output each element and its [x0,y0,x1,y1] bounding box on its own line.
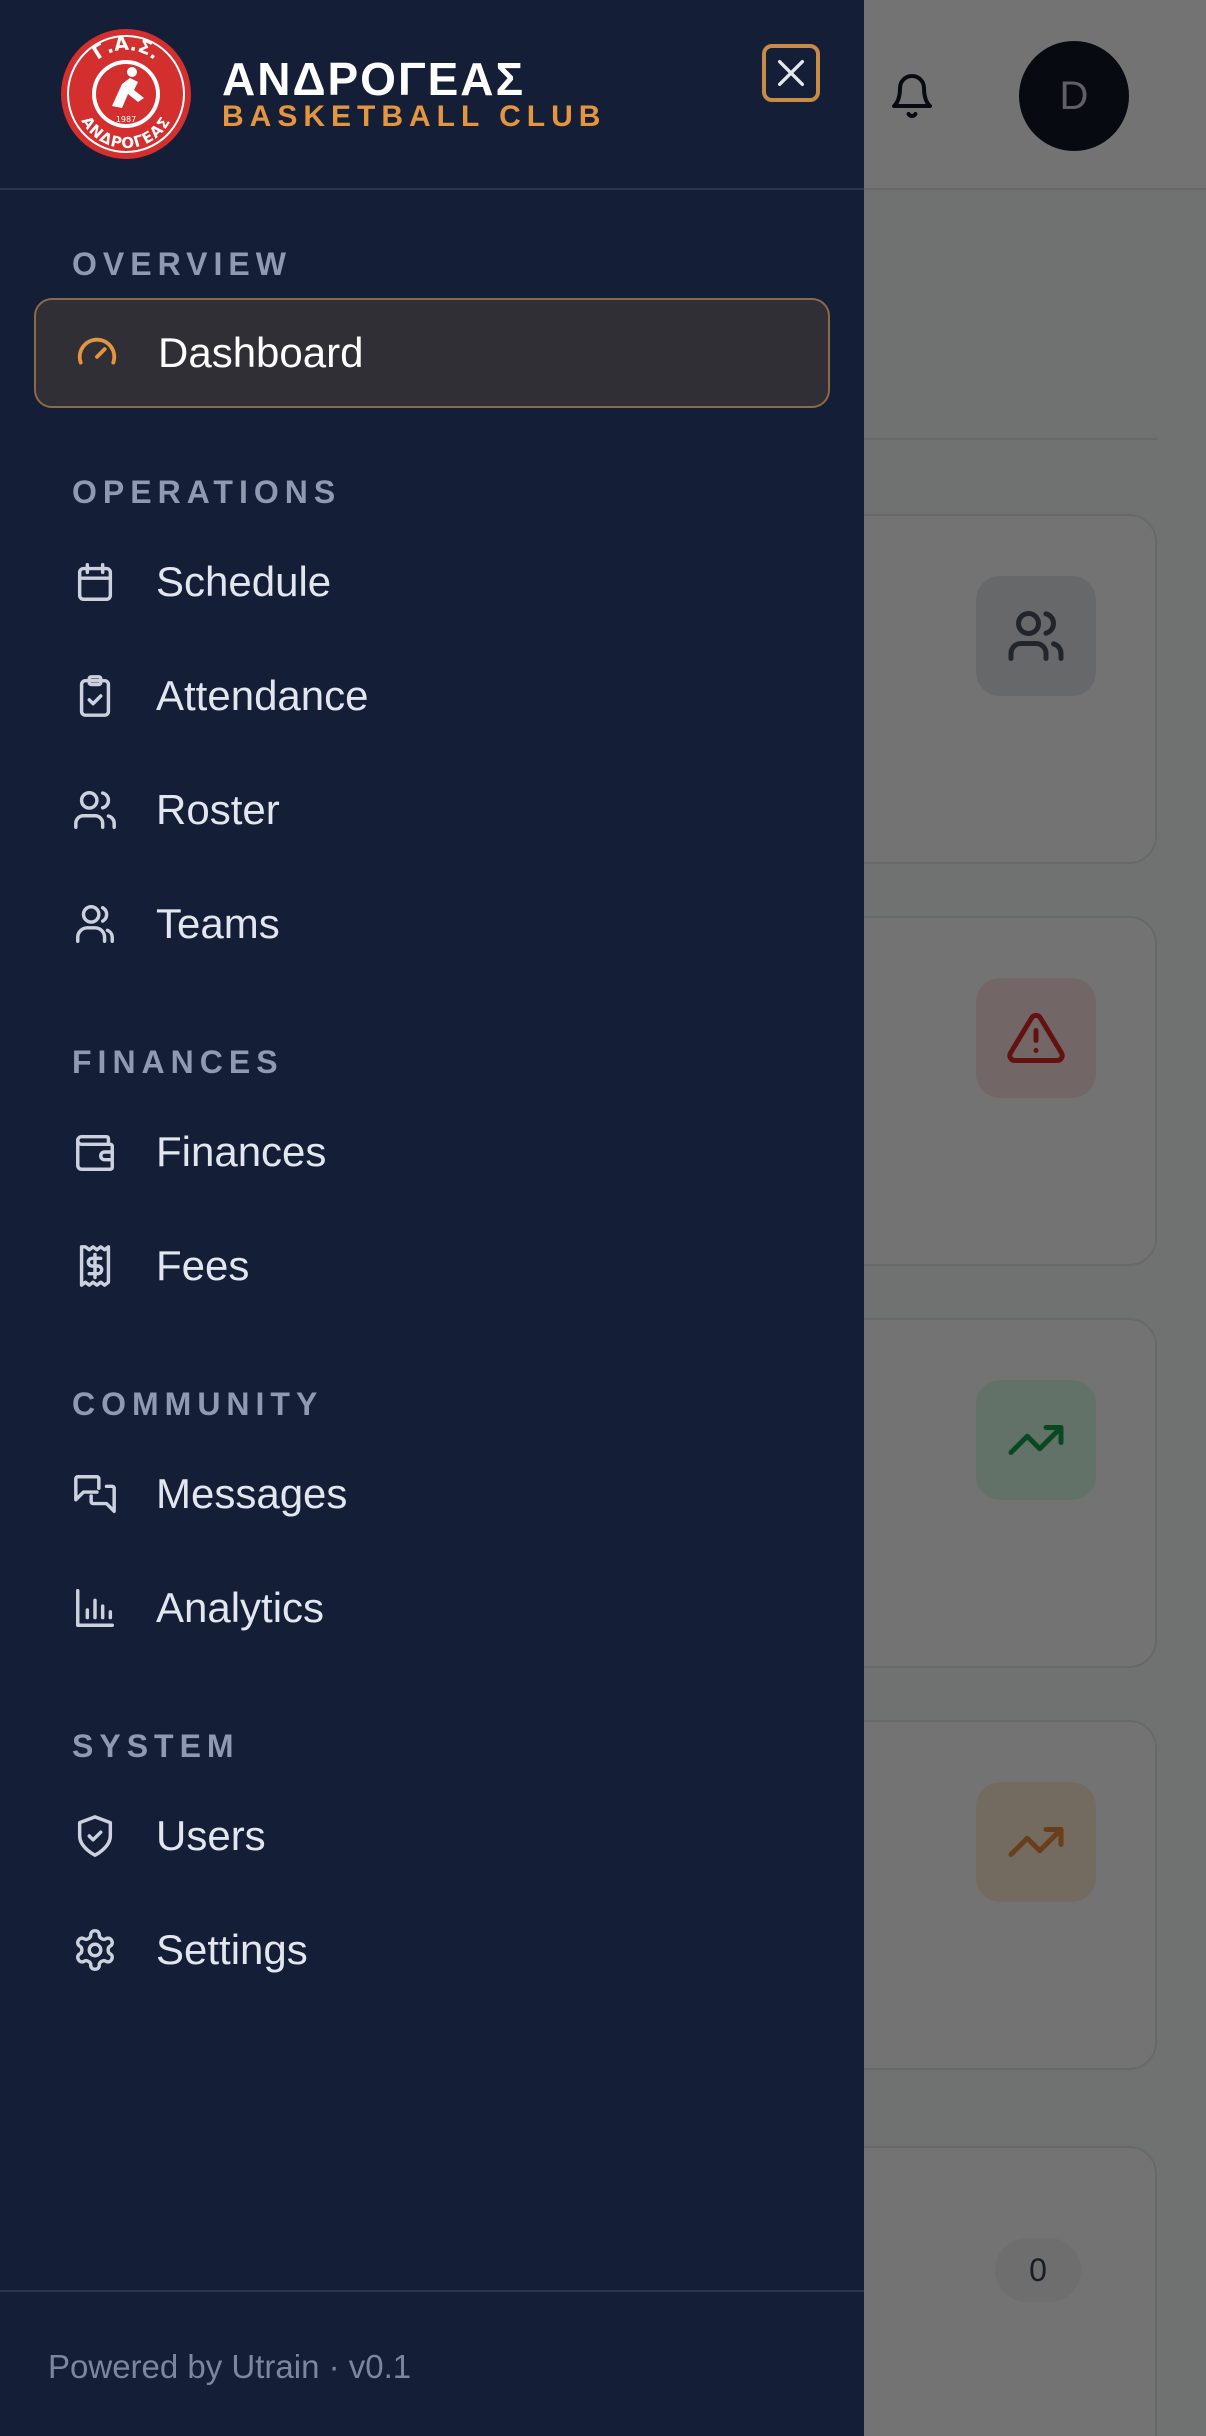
shield-check-icon [72,1813,118,1859]
nav-item-dashboard[interactable]: Dashboard [34,298,830,408]
nav-item-label: Users [156,1812,266,1859]
messages-icon [72,1471,118,1517]
clipboard-check-icon [72,673,118,719]
nav-item-label: Dashboard [158,329,364,376]
nav-item-label: Roster [156,786,280,833]
powered-by-text: Powered by Utrain · v0.1 [48,2348,412,2385]
section-title-operations: OPERATIONS [72,474,342,510]
drawer-header: Γ.Α.Σ. ΑΝΔΡΟΓΕΑΣ 1987 ΑΝΔΡΟΓΕΑΣ BASKETBA… [0,0,864,190]
brand-subtitle: BASKETBALL CLUB [222,100,607,133]
nav-item-label: Fees [156,1242,250,1289]
logo-year: 1987 [116,115,136,124]
nav-item-label: Messages [156,1470,348,1517]
nav-item-label: Attendance [156,672,369,719]
section-title-community: COMMUNITY [72,1386,324,1422]
nav-item-finances[interactable]: Finances [34,1097,830,1207]
nav-item-teams[interactable]: Teams [34,869,830,979]
nav-item-roster[interactable]: Roster [34,755,830,865]
nav-item-attendance[interactable]: Attendance [34,641,830,751]
nav-item-analytics[interactable]: Analytics [34,1553,830,1663]
nav-item-label: Settings [156,1926,308,1973]
nav-item-schedule[interactable]: Schedule [34,527,830,637]
nav-item-users[interactable]: Users [34,1781,830,1891]
nav-item-label: Teams [156,900,280,947]
nav-item-label: Analytics [156,1584,325,1631]
gear-icon [72,1927,118,1973]
nav-item-label: Finances [156,1128,327,1175]
users-icon [72,787,118,833]
bar-chart-icon [72,1585,118,1631]
section-title-system: SYSTEM [72,1728,240,1764]
drawer-footer: Powered by Utrain · v0.1 [0,2290,864,2436]
navigation-drawer: Γ.Α.Σ. ΑΝΔΡΟΓΕΑΣ 1987 ΑΝΔΡΟΓΕΑΣ BASKETBA… [0,0,864,2436]
nav-item-label: Schedule [156,558,332,605]
club-logo: Γ.Α.Σ. ΑΝΔΡΟΓΕΑΣ 1987 [61,29,191,159]
nav-item-settings[interactable]: Settings [34,1895,830,2005]
section-title-overview: OVERVIEW [72,246,292,282]
user-group-icon [72,901,118,947]
nav-item-fees[interactable]: Fees [34,1211,830,1321]
close-icon [777,59,805,87]
gauge-icon [74,330,120,376]
receipt-icon [72,1243,118,1289]
section-title-finances: FINANCES [72,1044,284,1080]
close-drawer-button[interactable] [762,44,820,102]
wallet-icon [72,1129,118,1175]
calendar-icon [72,559,118,605]
nav-item-messages[interactable]: Messages [34,1439,830,1549]
brand-name: ΑΝΔΡΟΓΕΑΣ [222,53,526,105]
